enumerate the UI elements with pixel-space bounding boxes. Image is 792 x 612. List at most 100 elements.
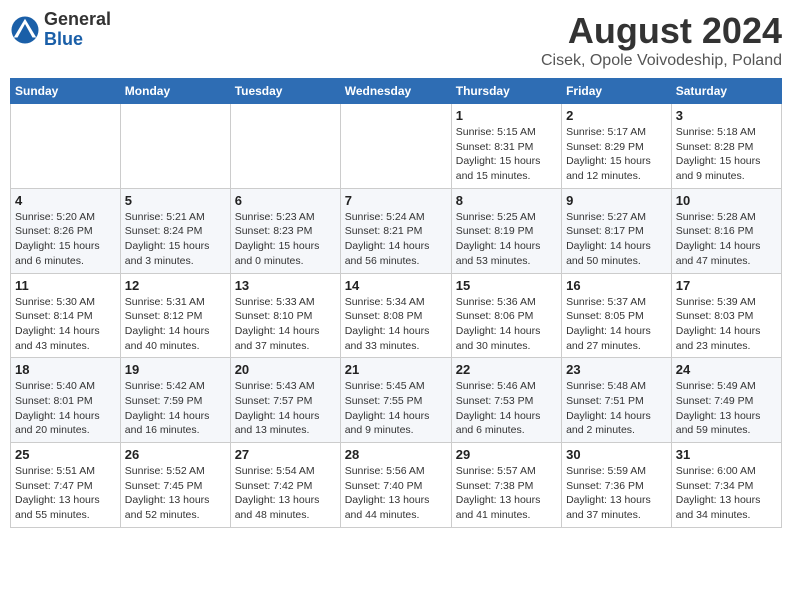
- day-info: Sunrise: 5:23 AM Sunset: 8:23 PM Dayligh…: [235, 210, 336, 269]
- calendar-cell: 22 Sunrise: 5:46 AM Sunset: 7:53 PM Dayli…: [451, 358, 561, 443]
- calendar-cell: 28 Sunrise: 5:56 AM Sunset: 7:40 PM Dayli…: [340, 443, 451, 528]
- calendar-cell: 12Sunrise: 5:31 AM Sunset: 8:12 PM Dayli…: [120, 273, 230, 358]
- day-number: 17: [676, 278, 777, 293]
- day-number: 5: [125, 193, 226, 208]
- day-number: 23: [566, 362, 667, 377]
- calendar-week-1: 1Sunrise: 5:15 AM Sunset: 8:31 PM Daylig…: [11, 104, 782, 189]
- page-header: General Blue August 2024 Cisek, Opole Vo…: [10, 10, 782, 70]
- day-number: 25: [15, 447, 116, 462]
- day-info: Sunrise: 6:00 AM Sunset: 7:34 PM Dayligh…: [676, 464, 777, 523]
- day-number: 27: [235, 447, 336, 462]
- calendar-cell: 11Sunrise: 5:30 AM Sunset: 8:14 PM Dayli…: [11, 273, 121, 358]
- calendar-cell: 29Sunrise: 5:57 AM Sunset: 7:38 PM Dayli…: [451, 443, 561, 528]
- day-number: 13: [235, 278, 336, 293]
- calendar-week-2: 4 Sunrise: 5:20 AM Sunset: 8:26 PM Daylig…: [11, 188, 782, 273]
- day-number: 21: [345, 362, 447, 377]
- day-number: 22: [456, 362, 557, 377]
- calendar-cell: [230, 104, 340, 189]
- calendar-cell: 18 Sunrise: 5:40 AM Sunset: 8:01 PM Dayli…: [11, 358, 121, 443]
- day-number: 18: [15, 362, 116, 377]
- day-info: Sunrise: 5:27 AM Sunset: 8:17 PM Dayligh…: [566, 210, 667, 269]
- calendar-cell: [11, 104, 121, 189]
- calendar-cell: 17Sunrise: 5:39 AM Sunset: 8:03 PM Dayli…: [671, 273, 781, 358]
- day-number: 31: [676, 447, 777, 462]
- day-number: 7: [345, 193, 447, 208]
- calendar-cell: 2 Sunrise: 5:17 AM Sunset: 8:29 PM Daylig…: [562, 104, 672, 189]
- subtitle: Cisek, Opole Voivodeship, Poland: [541, 52, 782, 70]
- day-info: Sunrise: 5:40 AM Sunset: 8:01 PM Dayligh…: [15, 379, 116, 438]
- day-info: Sunrise: 5:24 AM Sunset: 8:21 PM Dayligh…: [345, 210, 447, 269]
- calendar-cell: 4 Sunrise: 5:20 AM Sunset: 8:26 PM Daylig…: [11, 188, 121, 273]
- calendar-cell: [120, 104, 230, 189]
- day-number: 15: [456, 278, 557, 293]
- day-info: Sunrise: 5:54 AM Sunset: 7:42 PM Dayligh…: [235, 464, 336, 523]
- calendar-cell: 31 Sunrise: 6:00 AM Sunset: 7:34 PM Dayli…: [671, 443, 781, 528]
- calendar-cell: 30 Sunrise: 5:59 AM Sunset: 7:36 PM Dayli…: [562, 443, 672, 528]
- day-number: 19: [125, 362, 226, 377]
- day-number: 24: [676, 362, 777, 377]
- day-info: Sunrise: 5:51 AM Sunset: 7:47 PM Dayligh…: [15, 464, 116, 523]
- calendar-cell: 19 Sunrise: 5:42 AM Sunset: 7:59 PM Dayli…: [120, 358, 230, 443]
- day-number: 28: [345, 447, 447, 462]
- calendar-header-friday: Friday: [562, 79, 672, 104]
- day-info: Sunrise: 5:18 AM Sunset: 8:28 PM Dayligh…: [676, 125, 777, 184]
- day-number: 3: [676, 108, 777, 123]
- calendar-header-sunday: Sunday: [11, 79, 121, 104]
- calendar-week-4: 18 Sunrise: 5:40 AM Sunset: 8:01 PM Dayli…: [11, 358, 782, 443]
- day-info: Sunrise: 5:33 AM Sunset: 8:10 PM Dayligh…: [235, 295, 336, 354]
- calendar-cell: 23 Sunrise: 5:48 AM Sunset: 7:51 PM Dayli…: [562, 358, 672, 443]
- calendar-cell: 9Sunrise: 5:27 AM Sunset: 8:17 PM Daylig…: [562, 188, 672, 273]
- day-number: 8: [456, 193, 557, 208]
- day-info: Sunrise: 5:42 AM Sunset: 7:59 PM Dayligh…: [125, 379, 226, 438]
- day-info: Sunrise: 5:36 AM Sunset: 8:06 PM Dayligh…: [456, 295, 557, 354]
- day-number: 12: [125, 278, 226, 293]
- calendar-cell: 3 Sunrise: 5:18 AM Sunset: 8:28 PM Daylig…: [671, 104, 781, 189]
- day-number: 30: [566, 447, 667, 462]
- logo: General Blue: [10, 10, 111, 50]
- calendar-header-row: SundayMondayTuesdayWednesdayThursdayFrid…: [11, 79, 782, 104]
- calendar-cell: 24Sunrise: 5:49 AM Sunset: 7:49 PM Dayli…: [671, 358, 781, 443]
- calendar-cell: 8Sunrise: 5:25 AM Sunset: 8:19 PM Daylig…: [451, 188, 561, 273]
- logo-general-text: General: [44, 10, 111, 30]
- calendar-header-saturday: Saturday: [671, 79, 781, 104]
- day-info: Sunrise: 5:43 AM Sunset: 7:57 PM Dayligh…: [235, 379, 336, 438]
- day-info: Sunrise: 5:59 AM Sunset: 7:36 PM Dayligh…: [566, 464, 667, 523]
- calendar-week-5: 25 Sunrise: 5:51 AM Sunset: 7:47 PM Dayli…: [11, 443, 782, 528]
- calendar-cell: 1Sunrise: 5:15 AM Sunset: 8:31 PM Daylig…: [451, 104, 561, 189]
- calendar-table: SundayMondayTuesdayWednesdayThursdayFrid…: [10, 78, 782, 528]
- day-number: 10: [676, 193, 777, 208]
- calendar-cell: 13 Sunrise: 5:33 AM Sunset: 8:10 PM Dayli…: [230, 273, 340, 358]
- day-number: 29: [456, 447, 557, 462]
- calendar-header-thursday: Thursday: [451, 79, 561, 104]
- day-info: Sunrise: 5:46 AM Sunset: 7:53 PM Dayligh…: [456, 379, 557, 438]
- day-number: 14: [345, 278, 447, 293]
- calendar-header-wednesday: Wednesday: [340, 79, 451, 104]
- calendar-header-tuesday: Tuesday: [230, 79, 340, 104]
- day-info: Sunrise: 5:34 AM Sunset: 8:08 PM Dayligh…: [345, 295, 447, 354]
- calendar-cell: 10Sunrise: 5:28 AM Sunset: 8:16 PM Dayli…: [671, 188, 781, 273]
- day-number: 11: [15, 278, 116, 293]
- calendar-cell: [340, 104, 451, 189]
- calendar-cell: 16Sunrise: 5:37 AM Sunset: 8:05 PM Dayli…: [562, 273, 672, 358]
- day-number: 20: [235, 362, 336, 377]
- calendar-cell: 7 Sunrise: 5:24 AM Sunset: 8:21 PM Daylig…: [340, 188, 451, 273]
- logo-blue-text: Blue: [44, 30, 111, 50]
- day-number: 1: [456, 108, 557, 123]
- day-info: Sunrise: 5:37 AM Sunset: 8:05 PM Dayligh…: [566, 295, 667, 354]
- calendar-cell: 14 Sunrise: 5:34 AM Sunset: 8:08 PM Dayli…: [340, 273, 451, 358]
- day-info: Sunrise: 5:56 AM Sunset: 7:40 PM Dayligh…: [345, 464, 447, 523]
- calendar-cell: 25 Sunrise: 5:51 AM Sunset: 7:47 PM Dayli…: [11, 443, 121, 528]
- day-number: 4: [15, 193, 116, 208]
- day-number: 26: [125, 447, 226, 462]
- day-number: 2: [566, 108, 667, 123]
- calendar-cell: 27 Sunrise: 5:54 AM Sunset: 7:42 PM Dayli…: [230, 443, 340, 528]
- day-info: Sunrise: 5:20 AM Sunset: 8:26 PM Dayligh…: [15, 210, 116, 269]
- calendar-cell: 15 Sunrise: 5:36 AM Sunset: 8:06 PM Dayli…: [451, 273, 561, 358]
- day-number: 6: [235, 193, 336, 208]
- logo-icon: [10, 15, 40, 45]
- day-info: Sunrise: 5:17 AM Sunset: 8:29 PM Dayligh…: [566, 125, 667, 184]
- day-info: Sunrise: 5:48 AM Sunset: 7:51 PM Dayligh…: [566, 379, 667, 438]
- calendar-cell: 26 Sunrise: 5:52 AM Sunset: 7:45 PM Dayli…: [120, 443, 230, 528]
- day-info: Sunrise: 5:52 AM Sunset: 7:45 PM Dayligh…: [125, 464, 226, 523]
- calendar-week-3: 11Sunrise: 5:30 AM Sunset: 8:14 PM Dayli…: [11, 273, 782, 358]
